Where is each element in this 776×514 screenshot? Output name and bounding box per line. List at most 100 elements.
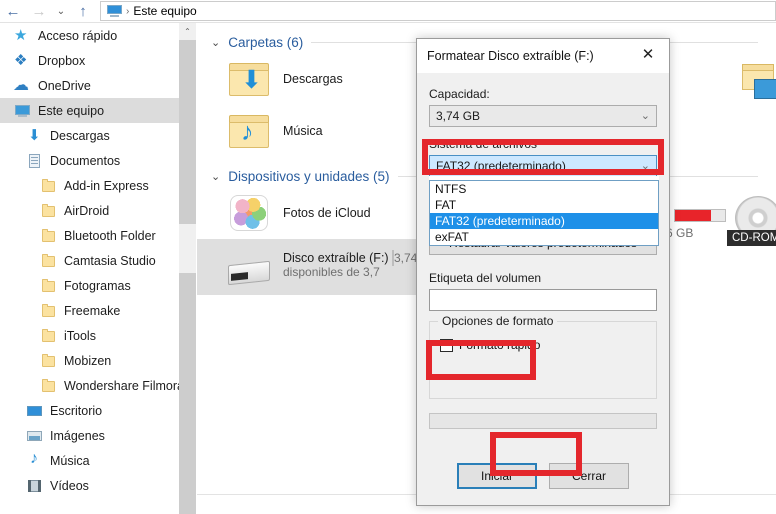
folder-icon: [40, 253, 57, 269]
forward-button[interactable]: →: [26, 1, 52, 21]
start-button[interactable]: Iniciar: [457, 463, 537, 489]
sidebar-item-mobizen[interactable]: Mobizen: [0, 348, 179, 373]
volume-label-input[interactable]: [429, 289, 657, 311]
removable-drive-icon: [227, 257, 271, 291]
scrollbar-track-lower[interactable]: [179, 273, 196, 514]
desktop-icon-partial[interactable]: [754, 79, 776, 99]
drive-size-text-right: 6 GB: [666, 226, 694, 240]
pictures-icon: [26, 428, 43, 444]
documents-icon: [26, 153, 43, 169]
sidebar-item-m-sica[interactable]: Música: [0, 448, 179, 473]
sidebar-item-label: Bluetooth Folder: [64, 228, 156, 243]
icloud-photos-icon: [227, 193, 271, 233]
sidebar-item-label: AirDroid: [64, 203, 110, 218]
computer-icon: [14, 103, 31, 119]
downloads-arrow-icon: [26, 126, 43, 144]
dialog-body: Capacidad: 3,74 GB ⌄ Sistema de archivos…: [417, 73, 669, 429]
up-button[interactable]: ↑: [70, 1, 96, 21]
progress-bar: [429, 413, 657, 429]
navigation-bar: ← → ⌄ ↑ › Este equipo: [0, 0, 776, 22]
quick-format-checkbox[interactable]: [440, 338, 453, 352]
videos-icon: [26, 478, 43, 494]
dropdown-option-fat[interactable]: FAT: [430, 197, 658, 213]
dropdown-option-fat32-predeterminado[interactable]: FAT32 (predeterminado): [430, 213, 658, 229]
folder-icon: [40, 178, 57, 194]
sidebar-item-add-in-express[interactable]: Add-in Express: [0, 173, 179, 198]
sidebar-item-label: Freemake: [64, 303, 121, 318]
capacity-combobox[interactable]: 3,74 GB ⌄: [429, 105, 657, 127]
navigation-pane: Acceso rápido Dropbox OneDrive Este equipo D…: [0, 23, 179, 514]
quick-format-label: Formato rápido: [459, 338, 541, 352]
format-options-group: Opciones de formato Formato rápido: [429, 314, 657, 399]
cd-rom-tooltip: CD-ROM: [727, 230, 776, 246]
sidebar-item-label: Wondershare Filmora: [64, 378, 179, 393]
device-label: Fotos de iCloud: [283, 206, 371, 220]
chevron-down-icon[interactable]: ⌄: [211, 170, 220, 183]
back-button[interactable]: ←: [0, 1, 26, 21]
folder-music-icon: ♪: [227, 112, 271, 150]
sidebar-item-fotogramas[interactable]: Fotogramas: [0, 273, 179, 298]
sidebar-item-label: iTools: [64, 328, 96, 343]
scroll-up-icon[interactable]: ⌃: [179, 23, 196, 40]
sidebar-item-documentos[interactable]: Documentos: [0, 148, 179, 173]
sidebar-item-label: Dropbox: [38, 53, 86, 68]
folder-label: Música: [283, 124, 323, 138]
music-note-overlay-icon: ♪: [241, 118, 254, 146]
file-explorer-window: ← → ⌄ ↑ › Este equipo Acceso rápido Dropb…: [0, 0, 776, 514]
sidebar-item-label: Descargas: [50, 128, 110, 143]
dropdown-option-exfat[interactable]: exFAT: [430, 229, 658, 245]
sidebar-item-itools[interactable]: iTools: [0, 323, 179, 348]
sidebar-item-escritorio[interactable]: Escritorio: [0, 398, 179, 423]
sidebar-scrollbar[interactable]: ⌃: [179, 23, 196, 514]
close-x-icon[interactable]: ✕: [627, 39, 669, 69]
sidebar-item-label: Acceso rápido: [38, 28, 118, 43]
sidebar-item-label: Documentos: [50, 153, 121, 168]
group-title: Dispositivos y unidades (5): [228, 168, 390, 184]
sidebar-item-bluetooth-folder[interactable]: Bluetooth Folder: [0, 223, 179, 248]
sidebar-item-airdroid[interactable]: AirDroid: [0, 198, 179, 223]
sidebar-item-onedrive[interactable]: OneDrive: [0, 73, 179, 98]
folder-icon: [40, 228, 57, 244]
filesystem-label: Sistema de archivos: [429, 137, 538, 151]
filesystem-dropdown-list[interactable]: NTFS FAT FAT32 (predeterminado) exFAT: [429, 180, 659, 246]
sidebar-item-dropbox[interactable]: Dropbox: [0, 48, 179, 73]
chevron-down-icon[interactable]: ⌄: [641, 159, 650, 172]
sidebar-item-este-equipo[interactable]: Este equipo: [0, 98, 179, 123]
sidebar-item-camtasia-studio[interactable]: Camtasia Studio: [0, 248, 179, 273]
format-options-legend: Opciones de formato: [438, 314, 558, 328]
address-bar[interactable]: › Este equipo: [100, 1, 776, 21]
folder-icon: [40, 278, 57, 294]
sidebar-item-freemake[interactable]: Freemake: [0, 298, 179, 323]
sidebar-item-label: Add-in Express: [64, 178, 149, 193]
capacity-value: 3,74 GB: [436, 109, 481, 123]
scrollbar-thumb[interactable]: [179, 40, 196, 224]
recent-locations-button[interactable]: ⌄: [52, 1, 70, 21]
dialog-title: Formatear Disco extraíble (F:): [427, 49, 594, 63]
drive-usage-fill-right: [675, 210, 711, 221]
dropbox-icon: [14, 51, 31, 69]
close-button[interactable]: Cerrar: [549, 463, 629, 489]
download-arrow-overlay-icon: ⬇: [241, 66, 262, 94]
dropdown-option-ntfs[interactable]: NTFS: [430, 181, 658, 197]
breadcrumb-separator: ›: [126, 5, 130, 17]
chevron-down-icon[interactable]: ⌄: [641, 109, 650, 122]
sidebar-item-label: Música: [50, 453, 90, 468]
breadcrumb-path[interactable]: Este equipo: [133, 4, 196, 18]
chevron-down-icon[interactable]: ⌄: [211, 36, 220, 49]
dialog-footer: Iniciar Cerrar: [417, 463, 669, 489]
sidebar-item-v-deos[interactable]: Vídeos: [0, 473, 179, 498]
computer-icon: [107, 5, 122, 17]
device-item-removable-disk[interactable]: Disco extraíble (F:) 3,74 GB disponibles…: [197, 239, 443, 295]
sidebar-item-label: Este equipo: [38, 103, 105, 118]
desktop-icon: [26, 403, 43, 419]
music-note-icon: [26, 450, 43, 469]
sidebar-item-descargas[interactable]: Descargas: [0, 123, 179, 148]
sidebar-item-label: Fotogramas: [64, 278, 131, 293]
folder-icon: [40, 328, 57, 344]
quick-access-star-icon: [14, 26, 31, 44]
sidebar-item-wondershare-filmora[interactable]: Wondershare Filmora: [0, 373, 179, 398]
sidebar-item-label: Imágenes: [50, 428, 105, 443]
sidebar-item-acceso-r-pido[interactable]: Acceso rápido: [0, 23, 179, 48]
filesystem-combobox[interactable]: FAT32 (predeterminado) ⌄: [429, 155, 657, 177]
sidebar-item-im-genes[interactable]: Imágenes: [0, 423, 179, 448]
